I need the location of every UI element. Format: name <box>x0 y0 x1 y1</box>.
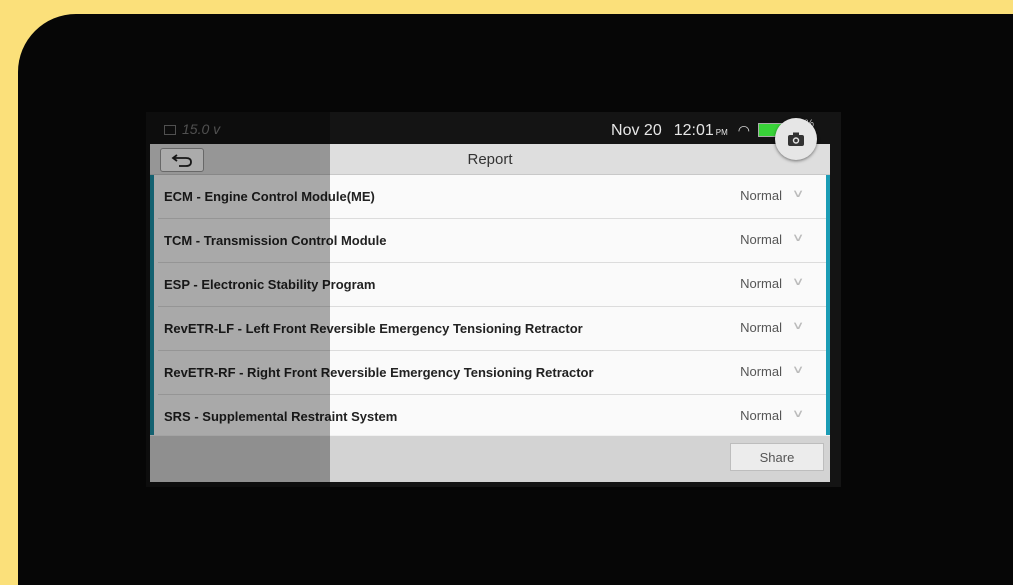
module-name: SRS - Supplemental Restraint System <box>164 409 398 424</box>
scrollbar[interactable] <box>826 175 830 435</box>
module-name: TCM - Transmission Control Module <box>164 233 387 248</box>
photo-frame: 15.0 v Nov 2012:01PM◠ % Report ECM - Eng… <box>0 0 1013 585</box>
status-right: Nov 20 12:01 PM ◠ <box>611 122 750 140</box>
list-item[interactable]: TCM - Transmission Control Module Normal… <box>158 219 826 263</box>
chevron-down-icon: ∨ <box>791 320 805 332</box>
list-item[interactable]: SRS - Supplemental Restraint System Norm… <box>158 395 826 439</box>
module-name: ESP - Electronic Stability Program <box>164 277 376 292</box>
voltage-unit: v <box>213 121 221 137</box>
status-time: 12:01 <box>673 122 714 139</box>
chevron-down-icon: ∨ <box>791 364 805 376</box>
list-item[interactable]: RevETR-LF - Left Front Reversible Emerge… <box>158 307 826 351</box>
module-status: Normal <box>740 232 782 247</box>
module-list: ECM - Engine Control Module(ME) Normal ∨… <box>150 175 826 439</box>
title-bar: Report <box>150 144 830 175</box>
report-app: Report ECM - Engine Control Module(ME) N… <box>150 144 830 482</box>
voltage-indicator: 15.0 v <box>164 121 220 137</box>
module-status: Normal <box>740 276 782 291</box>
module-name: RevETR-RF - Right Front Reversible Emerg… <box>164 365 594 380</box>
module-status: Normal <box>740 320 782 335</box>
share-button[interactable]: Share <box>730 443 824 471</box>
module-status: Normal <box>740 408 782 423</box>
status-ampm: PM <box>715 128 728 137</box>
camera-icon <box>788 132 804 146</box>
module-name: RevETR-LF - Left Front Reversible Emerge… <box>164 321 583 336</box>
footer-bar: Share <box>150 436 830 482</box>
module-status: Normal <box>740 364 782 379</box>
page-title: Report <box>467 151 513 168</box>
list-item[interactable]: ESP - Electronic Stability Program Norma… <box>158 263 826 307</box>
wifi-icon: ◠ <box>737 122 750 138</box>
chevron-down-icon: ∨ <box>791 276 805 288</box>
chevron-down-icon: ∨ <box>791 188 805 200</box>
voltage-value: 15.0 <box>182 121 210 137</box>
status-bar: 15.0 v Nov 2012:01PM◠ % <box>150 116 830 144</box>
chevron-down-icon: ∨ <box>791 232 805 244</box>
status-date: Nov 20 <box>611 122 662 139</box>
chevron-down-icon: ∨ <box>791 408 805 420</box>
list-item[interactable]: RevETR-RF - Right Front Reversible Emerg… <box>158 351 826 395</box>
screenshot-button[interactable] <box>775 118 817 160</box>
car-battery-icon <box>164 125 176 136</box>
module-name: ECM - Engine Control Module(ME) <box>164 189 375 204</box>
list-item[interactable]: ECM - Engine Control Module(ME) Normal ∨ <box>158 175 826 219</box>
module-status: Normal <box>740 188 782 203</box>
